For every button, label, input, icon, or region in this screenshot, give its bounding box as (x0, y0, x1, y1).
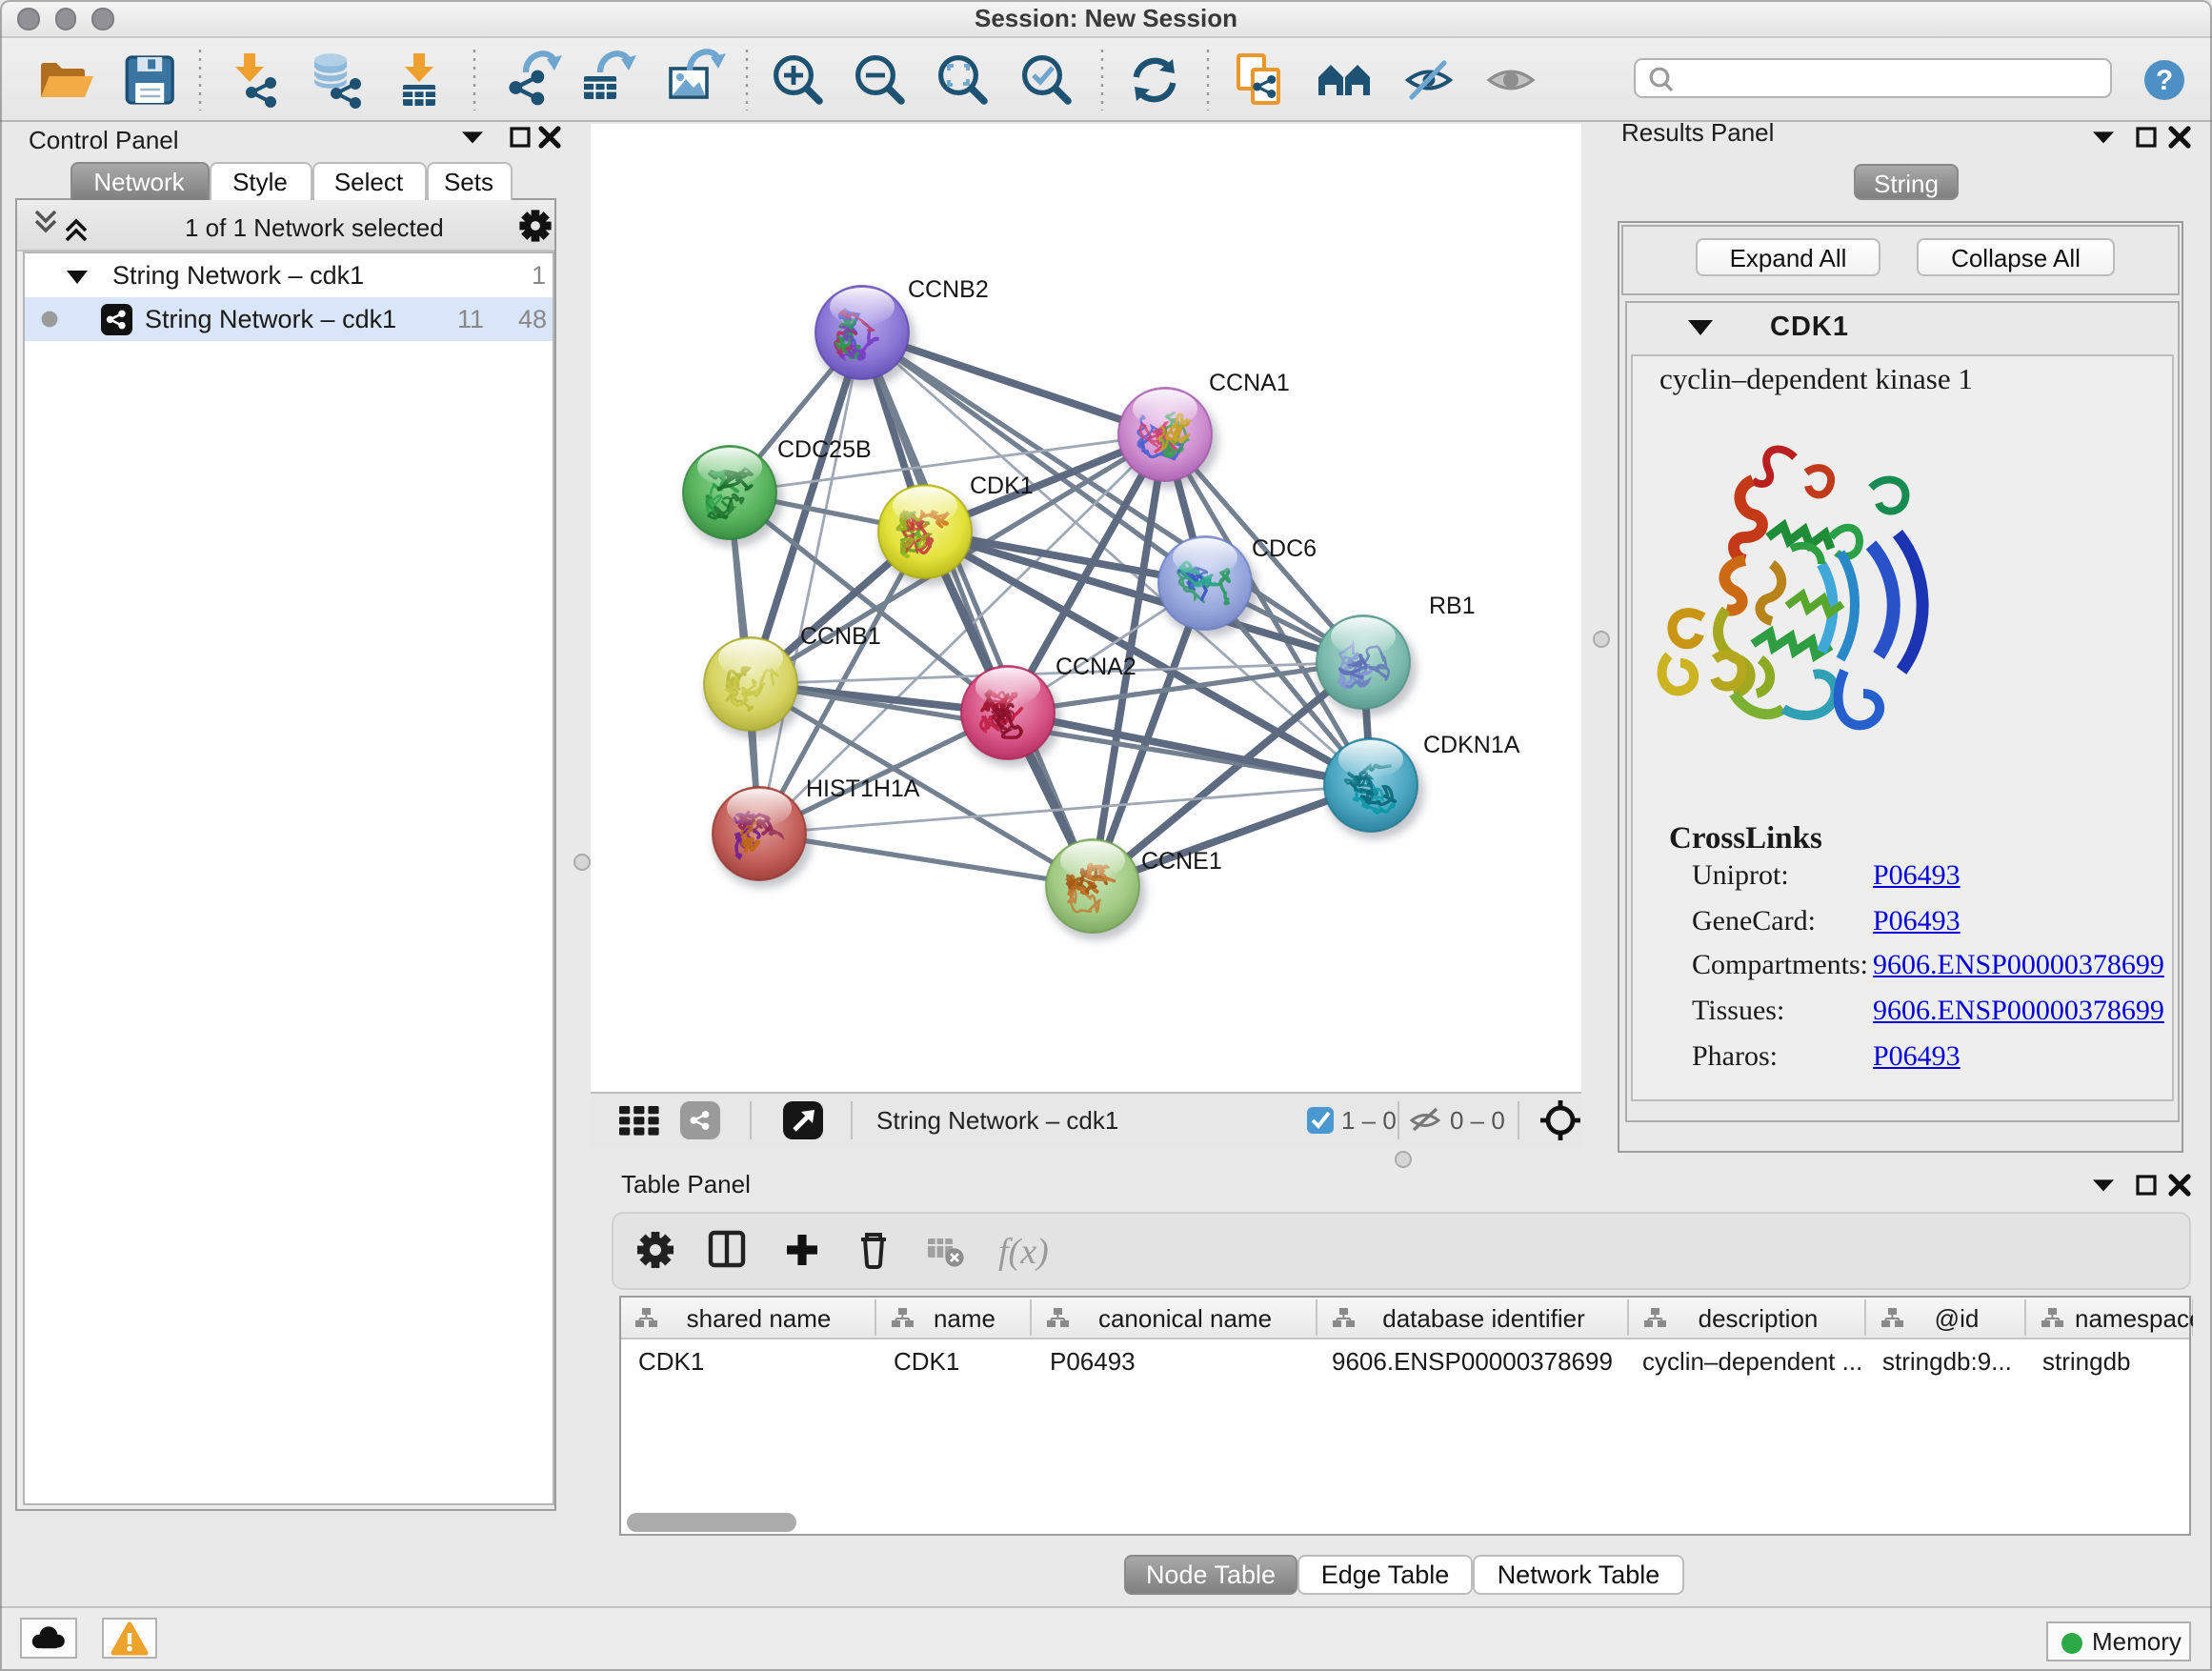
svg-text:@id: @id (1935, 1304, 1980, 1333)
svg-text:canonical name: canonical name (1098, 1304, 1272, 1333)
svg-text:CCNA2: CCNA2 (1056, 654, 1136, 680)
svg-text:RB1: RB1 (1429, 593, 1476, 619)
svg-text:CDKN1A: CDKN1A (1423, 732, 1520, 758)
svg-text:namespace: namespace (2075, 1304, 2193, 1333)
svg-text:CDK1: CDK1 (970, 473, 1034, 499)
svg-text:shared name: shared name (687, 1304, 832, 1333)
svg-text:name: name (934, 1304, 995, 1333)
svg-text:CDC6: CDC6 (1252, 535, 1317, 562)
svg-text:CCNE1: CCNE1 (1141, 848, 1222, 875)
svg-text:0 – 0: 0 – 0 (1450, 1106, 1505, 1135)
svg-text:?: ? (2156, 65, 2173, 96)
svg-text:CCNB2: CCNB2 (908, 276, 989, 303)
svg-text:String Network – cdk1: String Network – cdk1 (876, 1106, 1118, 1135)
svg-text:f(x): f(x) (998, 1232, 1049, 1272)
svg-text:HIST1H1A: HIST1H1A (806, 775, 920, 802)
svg-text:CCNB1: CCNB1 (800, 623, 881, 650)
svg-text:description: description (1699, 1304, 1819, 1333)
svg-text:CDC25B: CDC25B (777, 436, 872, 463)
svg-text:1 – 0: 1 – 0 (1341, 1106, 1397, 1135)
svg-text:database identifier: database identifier (1382, 1304, 1585, 1333)
svg-text:CCNA1: CCNA1 (1209, 370, 1290, 396)
